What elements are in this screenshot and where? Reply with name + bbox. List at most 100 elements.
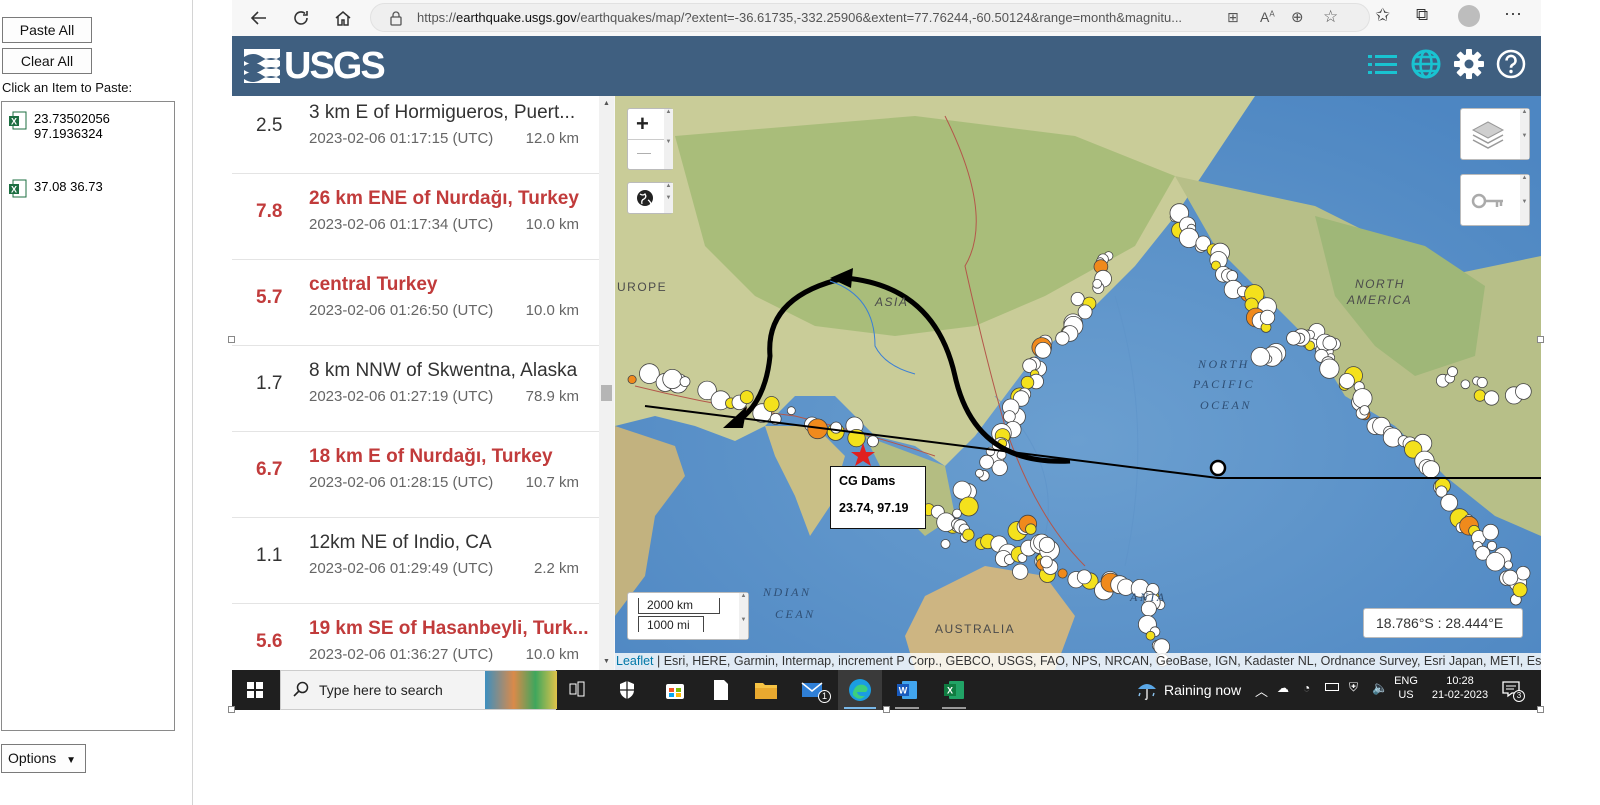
usgs-logo[interactable]: USGS <box>244 45 386 87</box>
zoom-out-button[interactable]: — <box>637 144 651 160</box>
earthquake-marker[interactable] <box>1473 389 1487 402</box>
earthquake-marker[interactable] <box>662 368 683 389</box>
profile-avatar[interactable] <box>1458 5 1480 27</box>
earthquake-marker[interactable] <box>991 459 1008 476</box>
document-icon[interactable] <box>712 679 730 706</box>
earthquake-marker[interactable] <box>952 508 962 519</box>
favorites-icon[interactable]: ✩ <box>1375 5 1390 26</box>
collections-icon[interactable]: ⧉ <box>1416 5 1428 25</box>
earthquake-marker[interactable] <box>1359 405 1370 416</box>
wifi-icon[interactable]: ◔ <box>1303 681 1310 695</box>
file-explorer-icon[interactable] <box>754 680 778 705</box>
earthquake-marker[interactable] <box>1422 460 1441 479</box>
earthquake-marker[interactable] <box>1502 569 1519 586</box>
security-icon[interactable] <box>618 680 636 705</box>
earthquake-marker[interactable] <box>1483 390 1500 406</box>
earthquake-marker[interactable] <box>1020 375 1035 390</box>
list-scrollbar[interactable]: ▲ ▼ <box>599 96 614 670</box>
earthquake-marker[interactable] <box>1226 270 1238 282</box>
home-icon[interactable] <box>330 5 356 31</box>
read-aloud-icon[interactable]: AA <box>1260 9 1275 25</box>
earthquake-marker[interactable] <box>866 435 879 448</box>
earthquake-row[interactable]: 1.7 8 km NNW of Skwentna, Alaska 2023-02-0… <box>232 346 599 432</box>
earthquake-marker[interactable] <box>1286 330 1301 346</box>
paste-all-button[interactable]: Paste All <box>2 17 92 43</box>
earthquake-marker[interactable] <box>1352 388 1373 409</box>
reader-icon[interactable]: ⊞ <box>1227 9 1239 26</box>
leaflet-link[interactable]: Leaflet <box>616 654 654 668</box>
earthquake-marker[interactable] <box>1092 279 1103 289</box>
earthquake-marker[interactable] <box>1055 331 1070 346</box>
earthquake-marker[interactable] <box>830 421 843 434</box>
earthquake-marker[interactable] <box>1034 342 1052 359</box>
earthquake-marker[interactable] <box>679 376 691 388</box>
address-bar[interactable]: https://earthquake.usgs.gov/earthquakes/… <box>370 3 1370 32</box>
earthquake-marker[interactable] <box>1076 569 1092 585</box>
earthquake-marker[interactable] <box>940 539 951 549</box>
earthquake-marker[interactable] <box>1319 358 1340 379</box>
earthquake-marker[interactable] <box>1145 630 1156 641</box>
clipboard-item[interactable]: X 37.08 36.73 <box>8 179 103 199</box>
legend-control[interactable]: ▲ ▼ <box>1460 174 1530 226</box>
earthquake-marker[interactable] <box>1515 383 1532 400</box>
earthquake-marker[interactable] <box>1012 563 1029 580</box>
earthquake-marker[interactable] <box>1339 373 1355 389</box>
earthquake-marker[interactable] <box>1476 376 1488 388</box>
earthquake-marker[interactable] <box>1038 536 1056 553</box>
word-icon[interactable]: W <box>896 679 918 706</box>
globe-icon[interactable] <box>1411 49 1441 84</box>
store-icon[interactable] <box>664 679 686 706</box>
earthquake-marker[interactable] <box>739 390 754 405</box>
earthquake-marker[interactable] <box>958 496 979 517</box>
excel-icon[interactable]: X <box>943 679 965 706</box>
volume-icon[interactable]: 🔈 <box>1372 680 1388 696</box>
resize-handle[interactable] <box>883 706 890 713</box>
globe-control[interactable]: ▲ ▼ <box>627 182 673 214</box>
resize-handle[interactable] <box>228 336 235 343</box>
resize-handle[interactable] <box>1537 706 1544 713</box>
layers-control[interactable]: ▲ ▼ <box>1460 108 1530 160</box>
back-icon[interactable] <box>246 5 272 31</box>
help-icon[interactable] <box>1496 49 1526 84</box>
earthquake-marker[interactable] <box>1040 555 1053 569</box>
earthquake-marker[interactable] <box>1460 379 1471 390</box>
earthquake-row[interactable]: 6.7 18 km E of Nurdağı, Turkey 2023-02-06 … <box>232 432 599 518</box>
weather-text[interactable]: Raining now <box>1164 683 1241 697</box>
tray-chevron-icon[interactable]: ︿ <box>1255 681 1268 700</box>
earthquake-marker[interactable] <box>763 396 780 413</box>
windows-start-icon[interactable] <box>247 682 263 703</box>
task-view-icon[interactable] <box>568 680 586 703</box>
battery-icon[interactable] <box>1325 683 1339 691</box>
weather-icon[interactable] <box>1135 678 1159 707</box>
clear-all-button[interactable]: Clear All <box>2 48 92 74</box>
earthquake-row[interactable]: 2.5 3 km E of Hormigueros, Puert... 2023-0… <box>232 96 599 174</box>
more-icon[interactable]: ··· <box>1504 3 1522 24</box>
earthquake-marker[interactable] <box>1487 540 1498 551</box>
favorite-star-icon[interactable]: ☆ <box>1323 7 1338 27</box>
shield-icon[interactable]: ⛨ <box>1349 680 1358 695</box>
zoom-in-button[interactable]: + <box>636 111 649 137</box>
earthquake-marker[interactable] <box>1503 560 1513 570</box>
earthquake-marker[interactable] <box>1003 410 1016 423</box>
earthquake-marker[interactable] <box>962 528 975 541</box>
edge-icon[interactable] <box>838 670 882 710</box>
earthquake-marker[interactable] <box>1512 582 1528 598</box>
clock[interactable]: 10:28 21-02-2023 <box>1424 674 1496 702</box>
earthquake-marker[interactable] <box>1482 523 1499 541</box>
earthquake-row[interactable]: 5.6 19 km SE of Hasanbeyli, Turk... 2023-0… <box>232 604 599 670</box>
earthquake-marker[interactable] <box>1250 347 1271 367</box>
earthquake-marker[interactable] <box>1057 568 1068 579</box>
tray-cloud-icon[interactable]: ☁ <box>1277 681 1289 695</box>
earthquake-map[interactable]: UROPE ASIA NORTH AMERICA NORTH PACIFIC O… <box>615 96 1541 670</box>
zoom-icon[interactable]: ⊕ <box>1291 8 1304 26</box>
options-button[interactable]: Options ▼ <box>1 744 86 773</box>
list-icon[interactable] <box>1368 52 1398 83</box>
earthquake-row[interactable]: 7.8 26 km ENE of Nurdağı, Turkey 2023-02-0… <box>232 174 599 260</box>
earthquake-marker[interactable] <box>952 480 972 500</box>
earthquake-row[interactable]: 5.7 central Turkey 2023-02-06 01:26:50 (UT… <box>232 260 599 346</box>
taskbar-search[interactable]: Type here to search <box>280 670 557 710</box>
earthquake-marker[interactable] <box>979 454 994 470</box>
earthquake-marker[interactable] <box>1322 335 1337 351</box>
earthquake-marker[interactable] <box>1447 366 1458 378</box>
earthquake-marker[interactable] <box>1025 523 1037 535</box>
